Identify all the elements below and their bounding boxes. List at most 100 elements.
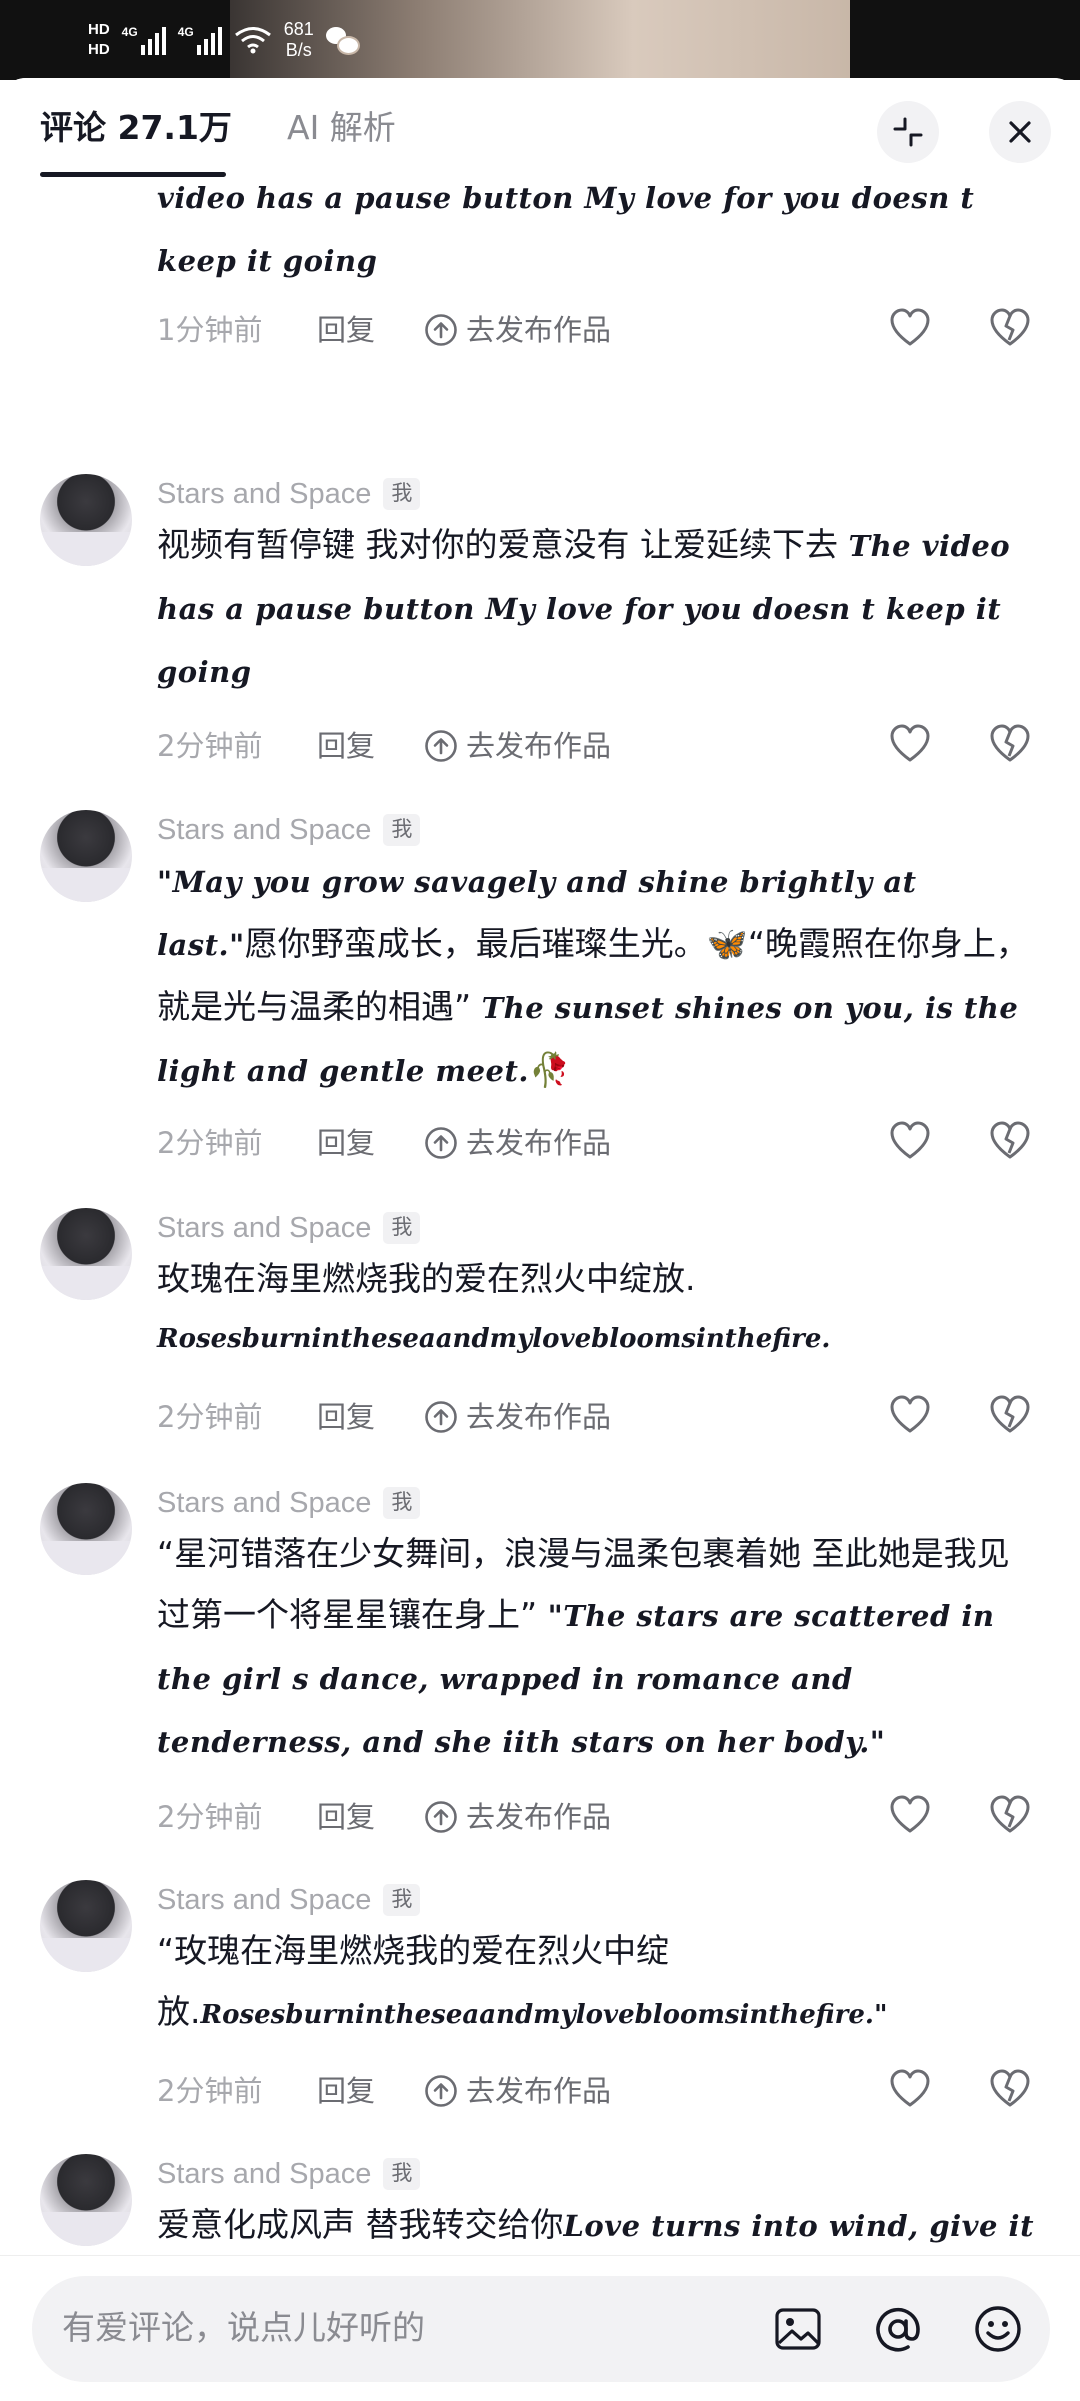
- comment-author[interactable]: Stars and Space 我: [157, 2154, 421, 2194]
- comment-text: video has a pause button My love for you…: [157, 166, 1037, 292]
- comment-text: “玫瑰在海里燃烧我的爱在烈火中绽放.Rosesburnintheseaandmy…: [157, 1920, 888, 2046]
- comment-text-en: video has a pause button My love for you…: [157, 181, 975, 278]
- upload-circle-icon: [425, 1401, 457, 1433]
- comment-time: 2分钟前: [157, 1126, 263, 1160]
- close-icon: [1009, 121, 1031, 143]
- comment-input-placeholder: 有爱评论，说点儿好听的: [62, 2308, 425, 2347]
- at-icon[interactable]: [872, 2303, 924, 2355]
- publish-work-button[interactable]: 去发布作品: [424, 308, 611, 352]
- comment-time: 1分钟前: [157, 313, 263, 347]
- collapse-button[interactable]: [877, 101, 939, 163]
- upload-circle-icon: [425, 1801, 457, 1833]
- avatar[interactable]: [40, 1880, 132, 1972]
- author-name: Stars and Space: [157, 814, 372, 846]
- tab-comments[interactable]: 评论 27.1万: [40, 106, 232, 150]
- comment-meta: 1分钟前 回复 去发布作品: [157, 308, 611, 352]
- publish-work-label: 去发布作品: [466, 313, 612, 347]
- comment-sheet: 评论 27.1万 AI 解析 video has a pause button …: [0, 78, 1080, 2400]
- comment-text-en: Rosesburnintheseaandmylovebloomsinthefir…: [200, 2000, 888, 2030]
- smiley-icon[interactable]: [972, 2303, 1024, 2355]
- signal-icon: 4G: [122, 25, 166, 55]
- comment-text-cn: 玫瑰在海里燃烧我的爱在烈火中绽放.: [157, 1259, 696, 1298]
- avatar[interactable]: [40, 1208, 132, 1300]
- author-name: Stars and Space: [157, 2158, 372, 2190]
- upload-circle-icon: [425, 1127, 457, 1159]
- publish-work-button[interactable]: 去发布作品: [424, 2069, 611, 2113]
- avatar[interactable]: [40, 474, 132, 566]
- publish-work-label: 去发布作品: [466, 729, 612, 763]
- broken-heart-icon[interactable]: [988, 306, 1032, 350]
- publish-work-button[interactable]: 去发布作品: [424, 1395, 611, 1439]
- author-name: Stars and Space: [157, 1212, 372, 1244]
- upload-circle-icon: [425, 2075, 457, 2107]
- comment-text: "May you grow savagely and shine brightl…: [157, 850, 1037, 1102]
- comment-time: 2分钟前: [157, 729, 263, 763]
- tab-ai-analysis[interactable]: AI 解析: [287, 106, 396, 150]
- heart-icon[interactable]: [888, 1393, 932, 1437]
- reply-button[interactable]: 回复: [317, 2069, 424, 2113]
- heart-icon[interactable]: [888, 1119, 932, 1163]
- hd-label-2: HD: [88, 41, 110, 58]
- upload-circle-icon: [425, 314, 457, 346]
- reply-button[interactable]: 回复: [317, 1395, 424, 1439]
- comment-author[interactable]: Stars and Space 我: [157, 474, 421, 514]
- image-icon[interactable]: [772, 2303, 824, 2355]
- reply-button[interactable]: 回复: [317, 1795, 424, 1839]
- publish-work-button[interactable]: 去发布作品: [424, 1121, 611, 1165]
- heart-icon[interactable]: [888, 2067, 932, 2111]
- avatar[interactable]: [40, 1483, 132, 1575]
- network-speed: 681 B/s: [284, 19, 314, 61]
- broken-heart-icon[interactable]: [988, 1393, 1032, 1437]
- hd-label-1: HD: [88, 21, 110, 38]
- heart-icon[interactable]: [888, 306, 932, 350]
- me-badge: 我: [383, 814, 421, 846]
- author-name: Stars and Space: [157, 1487, 372, 1519]
- comment-author[interactable]: Stars and Space 我: [157, 810, 421, 850]
- speed-unit: B/s: [285, 40, 312, 60]
- status-indicators: HD HD 4G 4G 681 B/s: [88, 10, 360, 70]
- close-button[interactable]: [989, 101, 1051, 163]
- broken-heart-icon[interactable]: [988, 1119, 1032, 1163]
- signal-label-1: 4G: [121, 25, 138, 39]
- reply-button[interactable]: 回复: [317, 308, 424, 352]
- broken-heart-icon[interactable]: [988, 1793, 1032, 1837]
- heart-icon[interactable]: [888, 722, 932, 766]
- avatar[interactable]: [40, 810, 132, 902]
- comment-text: 视频有暂停键 我对你的爱意没有 让爱延续下去 The video has a p…: [157, 514, 1037, 703]
- reply-button[interactable]: 回复: [317, 1121, 424, 1165]
- comment-input[interactable]: 有爱评论，说点儿好听的: [32, 2276, 1050, 2382]
- me-badge: 我: [383, 478, 421, 510]
- wechat-icon: [325, 27, 360, 55]
- comment-author[interactable]: Stars and Space 我: [157, 1880, 421, 1920]
- comment-text-cn: 视频有暂停键 我对你的爱意没有 让爱延续下去: [157, 525, 849, 564]
- comment-author[interactable]: Stars and Space 我: [157, 1483, 421, 1523]
- publish-work-label: 去发布作品: [466, 1126, 612, 1160]
- publish-work-button[interactable]: 去发布作品: [424, 1795, 611, 1839]
- upload-circle-icon: [425, 730, 457, 762]
- publish-work-label: 去发布作品: [466, 1400, 612, 1434]
- reply-button[interactable]: 回复: [317, 724, 424, 768]
- broken-heart-icon[interactable]: [988, 722, 1032, 766]
- comment-author[interactable]: Stars and Space 我: [157, 1208, 421, 1248]
- publish-work-label: 去发布作品: [466, 1800, 612, 1834]
- author-name: Stars and Space: [157, 478, 372, 510]
- status-bar: HD HD 4G 4G 681 B/s: [0, 0, 1080, 80]
- comment-time: 2分钟前: [157, 1400, 263, 1434]
- publish-work-label: 去发布作品: [466, 2074, 612, 2108]
- publish-work-button[interactable]: 去发布作品: [424, 724, 611, 768]
- me-badge: 我: [383, 2158, 421, 2190]
- me-badge: 我: [383, 1884, 421, 1916]
- comment-meta: 2分钟前 回复 去发布作品: [157, 1395, 611, 1439]
- comment-meta: 2分钟前 回复 去发布作品: [157, 1121, 611, 1165]
- author-name: Stars and Space: [157, 1884, 372, 1916]
- speed-value: 681: [283, 19, 314, 39]
- avatar[interactable]: [40, 2154, 132, 2246]
- comment-meta: 2分钟前 回复 去发布作品: [157, 1795, 611, 1839]
- me-badge: 我: [383, 1212, 421, 1244]
- comment-time: 2分钟前: [157, 2074, 263, 2108]
- wifi-icon: [234, 27, 271, 54]
- comment-time: 2分钟前: [157, 1800, 263, 1834]
- broken-heart-icon[interactable]: [988, 2067, 1032, 2111]
- heart-icon[interactable]: [888, 1793, 932, 1837]
- active-tab-indicator: [40, 172, 226, 177]
